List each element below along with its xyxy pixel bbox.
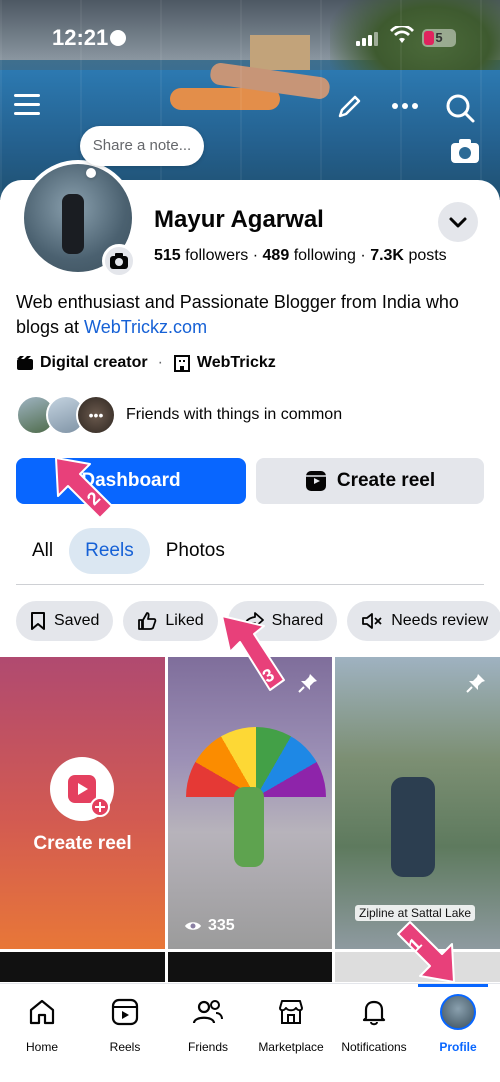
nav-home[interactable]: Home	[0, 994, 84, 1054]
home-icon	[29, 999, 55, 1025]
profile-details: Digital creator · WebTrickz	[16, 354, 276, 372]
reel-child-image	[234, 787, 264, 867]
following-count[interactable]: 489	[263, 247, 290, 264]
clapperboard-icon	[17, 356, 33, 370]
bell-icon	[362, 1000, 386, 1026]
followers-label[interactable]: followers	[185, 247, 248, 264]
posts-label: posts	[408, 247, 447, 264]
create-reel-label: Create reel	[336, 470, 436, 491]
chip-saved[interactable]: Saved	[16, 601, 114, 641]
nav-label: Friends	[187, 1040, 228, 1054]
eye-icon	[185, 922, 201, 930]
followers-count[interactable]: 515	[154, 247, 181, 264]
nav-notifications[interactable]: Notifications	[332, 994, 416, 1054]
profile-bio: Web enthusiast and Passionate Blogger fr…	[16, 290, 486, 340]
annotation-arrow-2: 2	[55, 457, 113, 519]
marketplace-icon	[279, 1000, 303, 1024]
more-options-icon[interactable]	[390, 96, 420, 121]
chip-needs-review[interactable]: Needs review	[347, 601, 500, 641]
status-time: 12:21	[52, 25, 109, 50]
profile-name: Mayur Agarwal	[154, 206, 324, 233]
posts-count: 7.3K	[370, 247, 404, 264]
profile-switch-button[interactable]	[438, 202, 478, 242]
profile-stats: 515 followers · 489 following · 7.3K pos…	[154, 247, 447, 264]
bookmark-icon	[31, 612, 45, 630]
nav-label: Notifications	[341, 1040, 407, 1054]
friends-text: Friends with things in common	[126, 406, 343, 423]
nav-marketplace[interactable]: Marketplace	[249, 994, 333, 1054]
reels-icon	[111, 998, 139, 1026]
reel-views-count: 335	[208, 917, 235, 934]
building-icon	[173, 355, 190, 372]
create-reel-button[interactable]: Create reel	[256, 458, 484, 504]
chip-liked[interactable]: Liked	[123, 601, 218, 641]
avatar-camera-button[interactable]	[102, 244, 136, 278]
camera-icon	[110, 253, 128, 269]
wifi-icon	[390, 24, 414, 50]
status-bar: 12:21 5	[0, 0, 500, 70]
mutual-friends-row[interactable]: ••• Friends with things in common	[16, 394, 342, 436]
annotation-arrow-3: 3	[221, 615, 285, 691]
nav-label: Home	[25, 1040, 58, 1054]
focus-icon	[110, 30, 126, 46]
bio-link[interactable]: WebTrickz.com	[84, 317, 207, 337]
nav-friends[interactable]: Friends	[166, 994, 250, 1054]
content-tabs: All Reels Photos	[16, 528, 241, 574]
chip-label: Needs review	[391, 612, 489, 629]
chip-label: Saved	[54, 612, 100, 629]
nav-label: Marketplace	[258, 1040, 324, 1054]
profile-avatar-icon	[440, 994, 476, 1030]
menu-icon[interactable]	[14, 92, 42, 116]
nav-profile[interactable]: Profile	[416, 994, 500, 1054]
reel-thumbnail[interactable]	[0, 952, 165, 982]
reel-views: 335	[184, 917, 235, 935]
chevron-down-icon	[449, 217, 467, 228]
cellular-signal-icon	[356, 30, 378, 46]
friends-icon	[192, 1000, 223, 1024]
reel-thumbnail[interactable]: Zipline at Sattal Lake	[335, 657, 500, 949]
nav-reels[interactable]: Reels	[83, 994, 167, 1054]
share-note-bubble[interactable]: Share a note...	[80, 126, 204, 166]
following-label[interactable]: following	[294, 247, 356, 264]
reel-zipline-image	[391, 777, 435, 877]
muted-speaker-icon	[362, 613, 382, 629]
reel-thumbnail[interactable]	[168, 952, 332, 982]
tab-photos[interactable]: Photos	[150, 528, 241, 574]
create-reel-tile-label: Create reel	[33, 833, 132, 854]
battery-level: 5	[435, 30, 443, 45]
note-bubble-tail	[86, 168, 96, 178]
nav-label: Reels	[109, 1040, 141, 1054]
chip-label: Liked	[165, 612, 204, 629]
thumbs-up-icon	[138, 612, 157, 630]
tab-reels[interactable]: Reels	[69, 528, 150, 574]
search-icon[interactable]	[444, 92, 476, 129]
bottom-navigation: Home Reels Friends Marketplace Notificat…	[0, 983, 500, 1082]
nav-label: Profile	[439, 1040, 477, 1054]
battery-icon: 5	[422, 29, 456, 47]
pin-icon	[466, 673, 486, 698]
tab-all[interactable]: All	[16, 528, 69, 574]
annotation-arrow-1: 1	[397, 921, 455, 983]
create-reel-icon	[50, 757, 114, 821]
reels-icon	[305, 471, 326, 491]
more-friends-icon: •••	[76, 395, 116, 435]
page-link[interactable]: WebTrickz	[197, 354, 276, 372]
tabs-divider	[16, 584, 484, 585]
bio-text: Web enthusiast and Passionate Blogger fr…	[16, 292, 459, 337]
edit-pencil-icon[interactable]	[334, 92, 364, 127]
category-label: Digital creator	[40, 354, 148, 371]
create-reel-tile[interactable]: Create reel	[0, 657, 165, 949]
avatar-figure	[62, 194, 84, 254]
cover-camera-icon[interactable]	[450, 138, 480, 164]
